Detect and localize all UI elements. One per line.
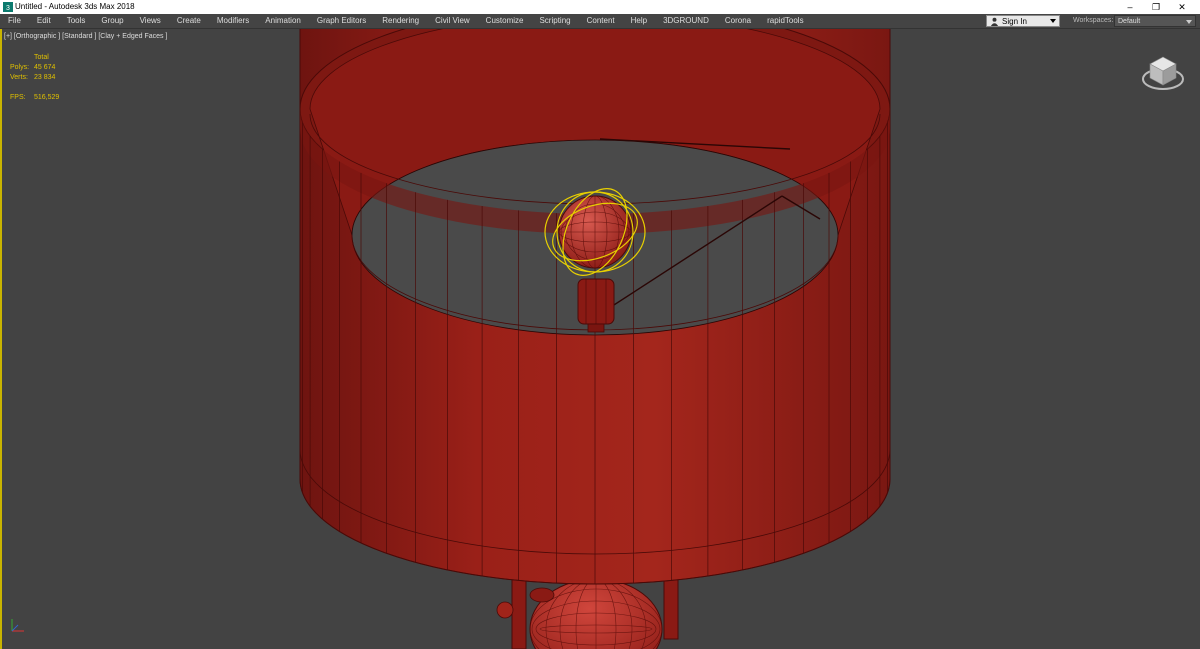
viewport-label[interactable]: [+] [Orthographic ] [Standard ] [Clay + … [4, 33, 167, 40]
menu-item-content[interactable]: Content [579, 14, 623, 28]
verts-value: 23 834 [34, 74, 56, 81]
axis-tripod-icon [11, 619, 24, 632]
menu-item-graph-editors[interactable]: Graph Editors [309, 14, 374, 28]
menu-item-help[interactable]: Help [623, 14, 655, 28]
fps-value: 516,529 [34, 94, 60, 101]
verts-label: Verts: [10, 74, 28, 81]
chevron-down-icon [1050, 19, 1056, 23]
bulb[interactable] [558, 195, 632, 269]
lamp-3d-model[interactable] [0, 29, 1200, 649]
viewcube-icon[interactable] [1140, 49, 1186, 95]
fps-label: FPS: [10, 94, 26, 101]
workspaces-value: Default [1118, 18, 1141, 25]
menu-item-group[interactable]: Group [93, 14, 131, 28]
maximize-button[interactable]: ❐ [1142, 1, 1170, 13]
menu-bar: File Edit Tools Group Views Create Modifiers An… [0, 14, 1200, 29]
stats-header: Total [34, 54, 49, 61]
active-viewport-border [0, 29, 2, 649]
window-title: Untitled - Autodesk 3ds Max 2018 [15, 2, 135, 11]
svg-text:3: 3 [6, 5, 10, 12]
menu-item-views[interactable]: Views [132, 14, 169, 28]
title-bar: 3 Untitled - Autodesk 3ds Max 2018 – ❐ ✕ [0, 0, 1200, 14]
menu-item-3dground[interactable]: 3DGROUND [655, 14, 717, 28]
menu-item-rapidtools[interactable]: rapidTools [759, 14, 811, 28]
menu-item-scripting[interactable]: Scripting [531, 14, 578, 28]
menu-item-customize[interactable]: Customize [478, 14, 532, 28]
menu-item-file[interactable]: File [0, 14, 29, 28]
menu-item-civil-view[interactable]: Civil View [427, 14, 478, 28]
menu-item-rendering[interactable]: Rendering [374, 14, 427, 28]
polys-value: 45 674 [34, 64, 56, 71]
menu-item-corona[interactable]: Corona [717, 14, 759, 28]
workspaces-select[interactable]: Default [1114, 15, 1196, 27]
3dsmax-app-icon: 3 [3, 2, 13, 12]
close-button[interactable]: ✕ [1168, 1, 1196, 13]
sign-in-label: Sign In [1002, 17, 1027, 26]
menu-item-create[interactable]: Create [169, 14, 209, 28]
menu-item-animation[interactable]: Animation [257, 14, 309, 28]
user-icon [990, 17, 999, 26]
workspaces-label: Workspaces: [1073, 17, 1114, 24]
bulb-socket [577, 278, 615, 333]
sign-in-dropdown[interactable]: Sign In [986, 15, 1060, 27]
menu-items: File Edit Tools Group Views Create Modifiers An… [0, 14, 812, 28]
menu-item-tools[interactable]: Tools [59, 14, 94, 28]
perspective-viewport[interactable]: [+] [Orthographic ] [Standard ] [Clay + … [0, 29, 1200, 649]
minimize-button[interactable]: – [1116, 1, 1144, 13]
chevron-down-icon [1186, 20, 1192, 24]
menu-item-edit[interactable]: Edit [29, 14, 59, 28]
menu-item-modifiers[interactable]: Modifiers [209, 14, 257, 28]
polys-label: Polys: [10, 64, 30, 71]
